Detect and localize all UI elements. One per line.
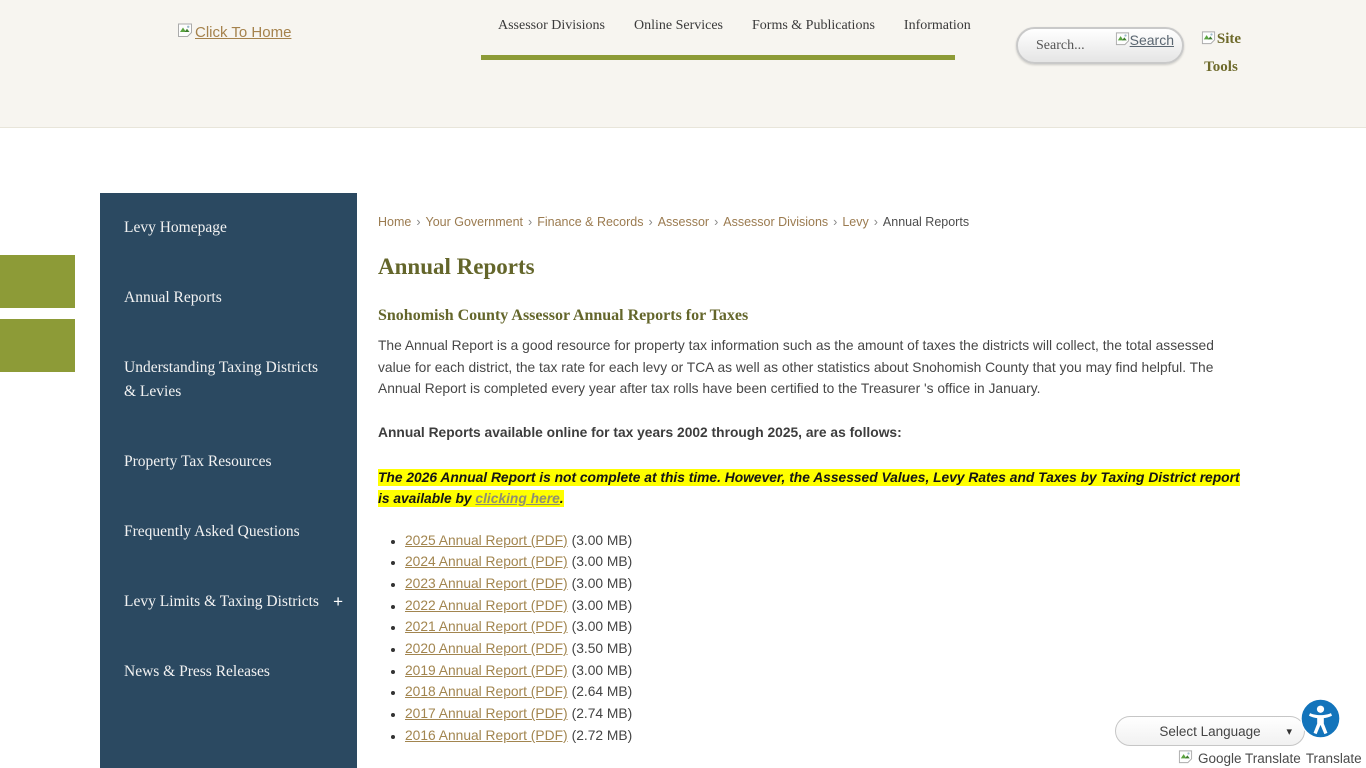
annual-reports-list: 2025 Annual Report (PDF) (3.00 MB) 2024 A… — [378, 530, 1240, 747]
google-translate-attribution: Google Translate Translate — [1178, 749, 1362, 767]
sidebar-item-levy-limits[interactable]: Levy Limits & Taxing Districts + — [100, 567, 357, 637]
broken-image-icon — [1201, 28, 1216, 54]
report-link-2024[interactable]: 2024 Annual Report (PDF) — [405, 554, 568, 569]
nav-item-assessor-divisions[interactable]: Assessor Divisions — [498, 18, 605, 34]
breadcrumb-link-assessor-divisions[interactable]: Assessor Divisions — [723, 215, 828, 229]
list-item: 2018 Annual Report (PDF) (2.64 MB) — [405, 681, 1240, 703]
sidebar-item-understanding-taxing[interactable]: Understanding Taxing Districts & Levies — [100, 333, 357, 427]
report-link-2016[interactable]: 2016 Annual Report (PDF) — [405, 728, 568, 743]
breadcrumb-separator: › — [416, 215, 420, 229]
notice-text-end: . — [560, 491, 564, 506]
breadcrumb-link-home[interactable]: Home — [378, 215, 411, 229]
left-sidebar: Levy Homepage Annual Reports Understandi… — [100, 193, 357, 768]
breadcrumb-link-finance-records[interactable]: Finance & Records — [537, 215, 643, 229]
accessibility-icon — [1300, 727, 1341, 742]
breadcrumb-link-your-government[interactable]: Your Government — [426, 215, 524, 229]
highlighted-notice: The 2026 Annual Report is not complete a… — [378, 469, 1240, 507]
notice-banner: The 2026 Annual Report is not complete a… — [378, 467, 1240, 509]
breadcrumb-link-assessor[interactable]: Assessor — [658, 215, 709, 229]
broken-image-icon — [177, 22, 193, 42]
home-logo-label: Click To Home — [195, 24, 291, 41]
report-link-2018[interactable]: 2018 Annual Report (PDF) — [405, 684, 568, 699]
sidebar-menu: Levy Homepage Annual Reports Understandi… — [100, 193, 357, 707]
breadcrumb-separator: › — [833, 215, 837, 229]
quick-link-block-top[interactable] — [0, 255, 75, 308]
list-item: 2019 Annual Report (PDF) (3.00 MB) — [405, 660, 1240, 682]
site-tools-button[interactable]: Site Tools — [1198, 26, 1244, 80]
breadcrumb-separator: › — [528, 215, 532, 229]
main-nav: Assessor Divisions Online Services Forms… — [481, 18, 955, 34]
sidebar-item-news-press[interactable]: News & Press Releases — [100, 637, 357, 707]
nav-item-information[interactable]: Information — [904, 18, 971, 34]
list-item: 2017 Annual Report (PDF) (2.74 MB) — [405, 703, 1240, 725]
report-link-2021[interactable]: 2021 Annual Report (PDF) — [405, 619, 568, 634]
search-button[interactable]: Search — [1115, 31, 1174, 49]
language-select-dropdown[interactable]: Select Language ▾ — [1115, 716, 1305, 746]
main-content: Home › Your Government › Finance & Records › A… — [378, 215, 1240, 747]
accessibility-button[interactable] — [1300, 698, 1341, 739]
sidebar-item-faq[interactable]: Frequently Asked Questions — [100, 497, 357, 567]
home-logo-link[interactable]: Click To Home — [177, 22, 291, 42]
report-link-2022[interactable]: 2022 Annual Report (PDF) — [405, 598, 568, 613]
expand-plus-icon[interactable]: + — [333, 590, 343, 614]
broken-image-icon — [1115, 31, 1130, 49]
sidebar-item-annual-reports[interactable]: Annual Reports — [100, 263, 357, 333]
file-size: (2.74 MB) — [572, 706, 633, 721]
search-box[interactable]: Search... Search — [1016, 27, 1184, 64]
list-intro-text: Annual Reports available online for tax … — [378, 425, 1240, 440]
file-size: (3.50 MB) — [572, 641, 633, 656]
file-size: (3.00 MB) — [572, 663, 633, 678]
intro-paragraph: The Annual Report is a good resource for… — [378, 335, 1240, 400]
file-size: (3.00 MB) — [572, 533, 633, 548]
file-size: (3.00 MB) — [572, 576, 633, 591]
sidebar-item-property-tax-resources[interactable]: Property Tax Resources — [100, 427, 357, 497]
search-input[interactable]: Search... — [1036, 38, 1115, 54]
report-link-2019[interactable]: 2019 Annual Report (PDF) — [405, 663, 568, 678]
file-size: (3.00 MB) — [572, 619, 633, 634]
list-item: 2024 Annual Report (PDF) (3.00 MB) — [405, 551, 1240, 573]
file-size: (3.00 MB) — [572, 598, 633, 613]
broken-image-icon — [1178, 749, 1193, 767]
search-button-label: Search — [1130, 32, 1174, 48]
breadcrumb-separator: › — [874, 215, 878, 229]
breadcrumb-separator: › — [714, 215, 718, 229]
nav-accent-bar — [481, 55, 955, 60]
breadcrumb-current: Annual Reports — [883, 215, 969, 229]
clicking-here-link[interactable]: clicking here — [475, 491, 559, 506]
translate-label[interactable]: Translate — [1306, 751, 1362, 766]
header-band: Click To Home Assessor Divisions Online … — [0, 0, 1366, 128]
language-select-label: Select Language — [1159, 724, 1260, 739]
sidebar-item-levy-homepage[interactable]: Levy Homepage — [100, 193, 357, 263]
list-item: 2021 Annual Report (PDF) (3.00 MB) — [405, 616, 1240, 638]
chevron-down-icon: ▾ — [1286, 725, 1292, 738]
quick-link-block-bottom[interactable] — [0, 319, 75, 372]
page-title: Annual Reports — [378, 254, 1240, 280]
report-link-2025[interactable]: 2025 Annual Report (PDF) — [405, 533, 568, 548]
section-title: Snohomish County Assessor Annual Reports… — [378, 307, 1240, 325]
sidebar-item-label: Levy Limits & Taxing Districts — [124, 593, 319, 610]
file-size: (2.72 MB) — [572, 728, 633, 743]
file-size: (3.00 MB) — [572, 554, 633, 569]
breadcrumb-link-levy[interactable]: Levy — [842, 215, 868, 229]
report-link-2023[interactable]: 2023 Annual Report (PDF) — [405, 576, 568, 591]
breadcrumb: Home › Your Government › Finance & Records › A… — [378, 215, 1240, 229]
list-item: 2025 Annual Report (PDF) (3.00 MB) — [405, 530, 1240, 552]
file-size: (2.64 MB) — [572, 684, 633, 699]
report-link-2020[interactable]: 2020 Annual Report (PDF) — [405, 641, 568, 656]
breadcrumb-separator: › — [649, 215, 653, 229]
list-item: 2020 Annual Report (PDF) (3.50 MB) — [405, 638, 1240, 660]
list-item: 2023 Annual Report (PDF) (3.00 MB) — [405, 573, 1240, 595]
nav-item-forms-publications[interactable]: Forms & Publications — [752, 18, 875, 34]
list-item: 2022 Annual Report (PDF) (3.00 MB) — [405, 595, 1240, 617]
nav-item-online-services[interactable]: Online Services — [634, 18, 723, 34]
report-link-2017[interactable]: 2017 Annual Report (PDF) — [405, 706, 568, 721]
google-translate-logo-alt: Google Translate — [1198, 751, 1301, 766]
